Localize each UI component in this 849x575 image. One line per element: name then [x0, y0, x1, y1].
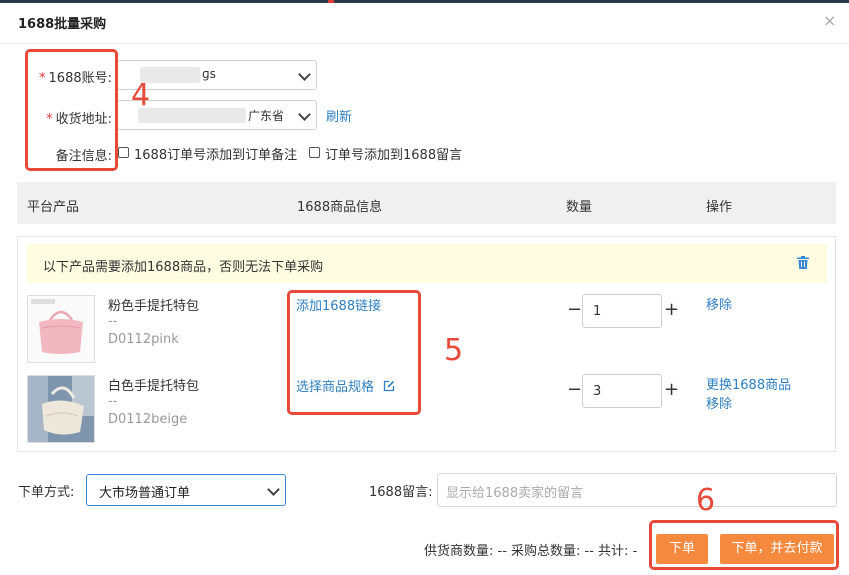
product-name: 粉色手提托特包 — [108, 299, 200, 314]
annotation-box-4 — [25, 49, 118, 171]
order-method-select[interactable]: 大市场普通订单 — [86, 474, 286, 506]
annotation-6: 6 — [696, 483, 716, 518]
note-option2-checkbox[interactable] — [309, 147, 320, 158]
decrease-quantity-button[interactable]: − — [567, 379, 582, 400]
chevron-down-icon — [298, 68, 311, 81]
dialog-title: 1688批量采购 — [18, 17, 107, 32]
account-value: ɡs — [202, 67, 216, 81]
product-name: 白色手提托特包 — [108, 379, 200, 394]
order-method-label: 下单方式: — [18, 485, 75, 500]
replace-1688-product-link[interactable]: 更换1688商品 — [706, 374, 791, 393]
annotation-4: 4 — [131, 78, 151, 113]
product-image-pink — [27, 295, 95, 363]
trash-icon[interactable] — [797, 256, 809, 269]
note-option2-label[interactable]: 订单号添加到1688留言 — [325, 144, 462, 163]
chevron-down-icon — [267, 483, 280, 496]
window-top-accent — [328, 0, 334, 3]
remove-link[interactable]: 移除 — [706, 294, 732, 313]
message-label: 1688留言: — [369, 485, 433, 500]
header-quantity: 数量 — [566, 200, 593, 215]
title-divider — [0, 43, 849, 44]
product-dash: -- — [108, 314, 118, 329]
product-dash: -- — [108, 394, 118, 409]
increase-quantity-button[interactable]: + — [664, 379, 679, 400]
window-top-strip — [0, 0, 849, 3]
chevron-down-icon — [298, 108, 311, 121]
header-platform-product: 平台产品 — [27, 200, 80, 215]
product-sku: D0112beige — [108, 412, 188, 427]
address-value: 广东省 — [248, 109, 285, 123]
product-sku: D0112pink — [108, 332, 179, 347]
increase-quantity-button[interactable]: + — [664, 299, 679, 320]
message-input[interactable]: 显示给1688卖家的留言 — [437, 473, 837, 507]
address-redacted — [138, 108, 246, 123]
order-method-value: 大市场普通订单 — [99, 486, 191, 501]
annotation-box-5 — [287, 290, 421, 415]
message-placeholder: 显示给1688卖家的留言 — [446, 486, 584, 501]
quantity-input[interactable]: 3 — [582, 374, 662, 408]
annotation-box-6 — [649, 520, 839, 570]
quantity-input[interactable]: 1 — [582, 294, 662, 328]
close-icon[interactable]: × — [823, 11, 836, 30]
decrease-quantity-button[interactable]: − — [567, 299, 582, 320]
note-option1-checkbox[interactable] — [118, 147, 129, 158]
refresh-link[interactable]: 刷新 — [326, 106, 352, 125]
note-option1-label[interactable]: 1688订单号添加到订单备注 — [134, 144, 297, 163]
notice-text: 以下产品需要添加1688商品，否则无法下单采购 — [43, 260, 324, 275]
annotation-5: 5 — [444, 333, 464, 368]
order-summary: 供货商数量: -- 采购总数量: -- 共计: - — [424, 544, 638, 559]
product-image-beige — [27, 375, 95, 443]
header-actions: 操作 — [706, 200, 733, 215]
header-1688-info: 1688商品信息 — [297, 200, 383, 215]
remove-link[interactable]: 移除 — [706, 393, 732, 412]
